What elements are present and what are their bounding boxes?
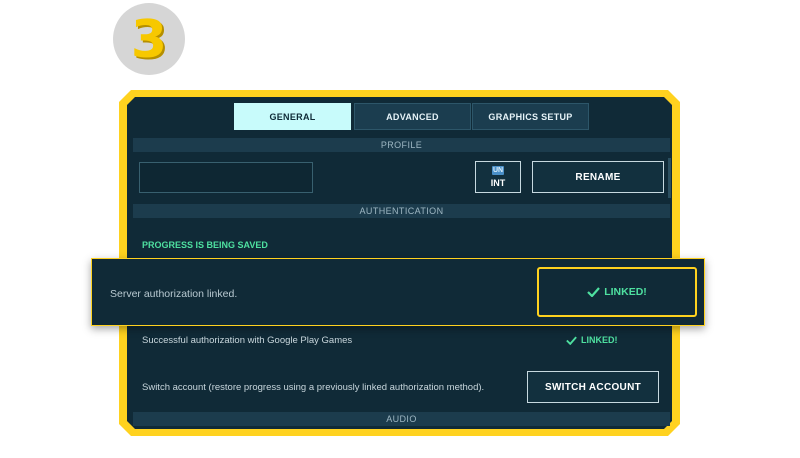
section-header-audio: AUDIO [133,412,670,426]
switch-account-text: Switch account (restore progress using a… [142,382,485,393]
server-linked-status: LINKED! [537,267,697,317]
profile-name-field[interactable] [139,162,313,193]
step-number: 3 [130,10,168,70]
server-linked-label: LINKED! [604,286,647,298]
tab-general[interactable]: GENERAL [234,103,351,130]
check-icon [566,336,577,345]
section-header-authentication: AUTHENTICATION [133,204,670,218]
scrollbar[interactable] [668,158,671,198]
server-authorization-text: Server authorization linked. [110,288,238,300]
region-button[interactable]: UN INT [475,161,521,193]
section-header-profile: PROFILE [133,138,670,152]
check-icon [587,287,601,297]
tab-graphics-setup[interactable]: GRAPHICS SETUP [472,103,589,130]
region-label: INT [490,178,506,188]
un-flag-icon: UN [492,166,504,175]
google-linked-label: LINKED! [581,335,618,345]
step-number-badge: 3 [113,3,185,75]
progress-status: PROGRESS IS BEING SAVED [142,240,268,250]
google-linked-status: LINKED! [566,335,618,345]
rename-button[interactable]: RENAME [532,161,664,193]
switch-account-button[interactable]: SWITCH ACCOUNT [527,371,659,403]
google-play-auth-text: Successful authorization with Google Pla… [142,335,353,346]
tab-advanced[interactable]: ADVANCED [354,103,471,130]
